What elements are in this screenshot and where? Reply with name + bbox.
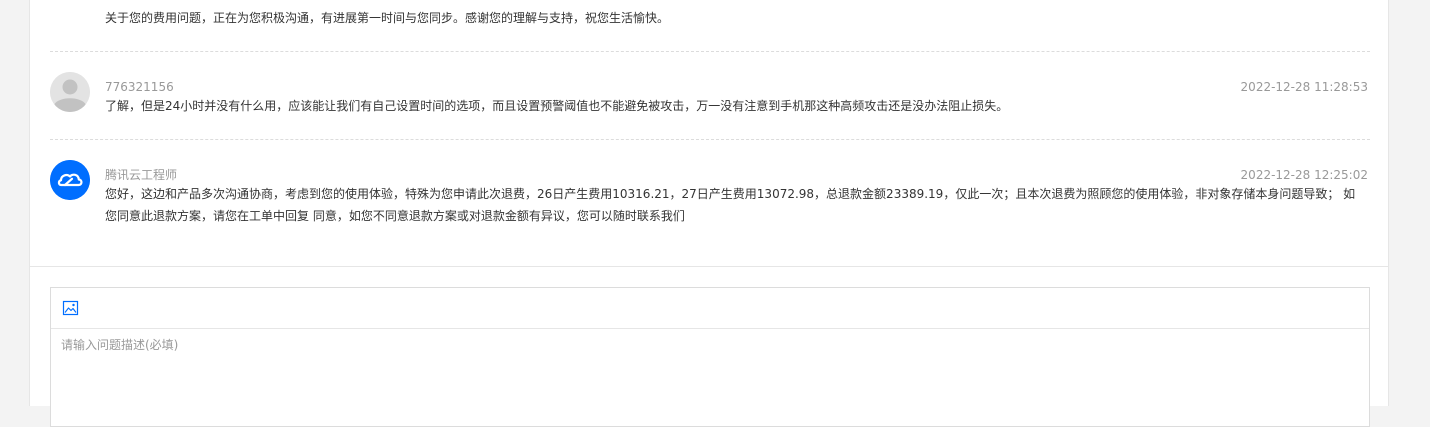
message-divider — [50, 139, 1370, 140]
message-divider — [50, 51, 1370, 52]
previous-message-text: 关于您的费用问题，正在为您积极沟通，有进展第一时间与您同步。感谢您的理解与支持，… — [105, 11, 670, 25]
section-divider — [30, 266, 1388, 267]
user-avatar-icon — [50, 72, 90, 112]
tencent-cloud-logo-icon — [50, 160, 90, 200]
editor-toolbar — [51, 288, 1369, 329]
message-author: 腾讯云工程师 — [105, 168, 178, 182]
message-text: 您好，这边和产品多次沟通协商，考虑到您的使用体验，特殊为您申请此次退费，26日产… — [105, 187, 1356, 223]
message-timestamp: 2022-12-28 12:25:02 — [1240, 168, 1368, 182]
reply-editor — [50, 287, 1370, 427]
insert-image-icon[interactable] — [62, 300, 79, 316]
message-timestamp: 2022-12-28 11:28:53 — [1240, 80, 1368, 94]
message-author: 776321156 — [105, 80, 174, 94]
ticket-conversation-panel: 关于您的费用问题，正在为您积极沟通，有进展第一时间与您同步。感谢您的理解与支持，… — [29, 0, 1389, 427]
message-text: 了解，但是24小时并没有什么用，应该能让我们有自己设置时间的选项，而且设置预警阈… — [105, 99, 1009, 113]
problem-description-input[interactable] — [51, 329, 1369, 409]
